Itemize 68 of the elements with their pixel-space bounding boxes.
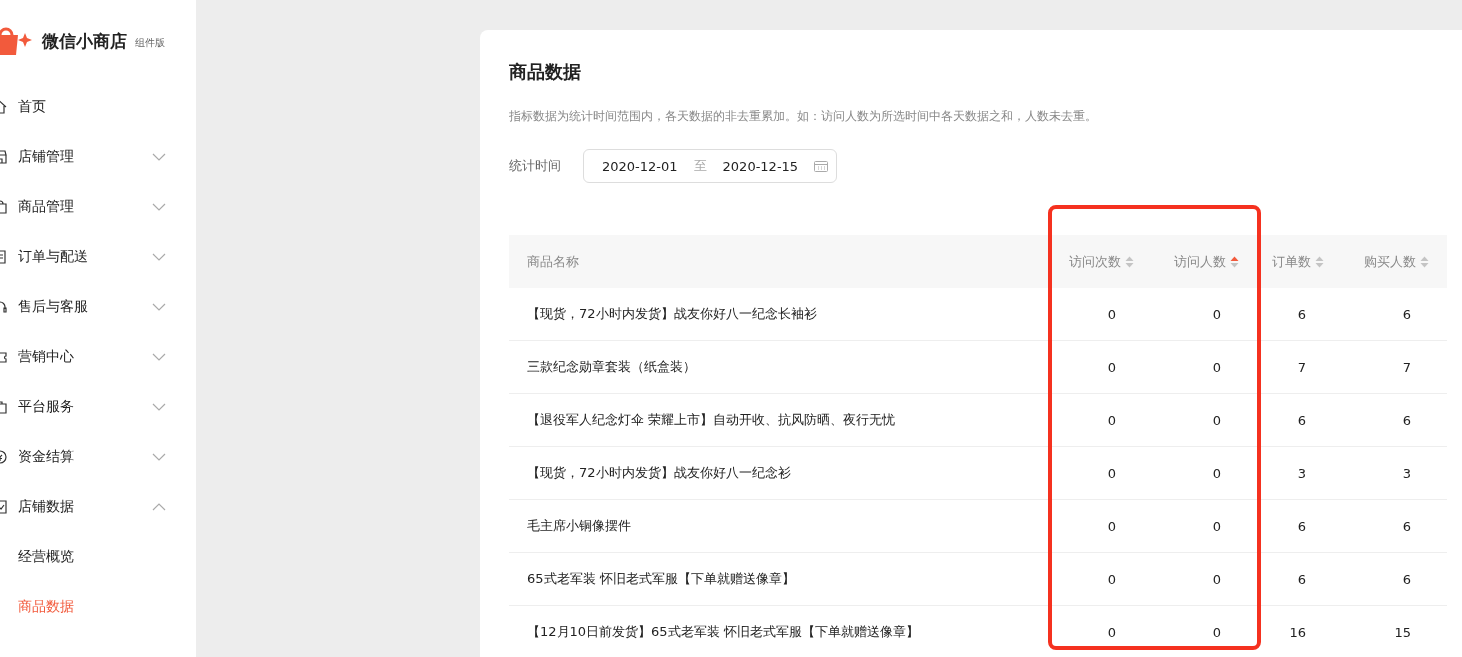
sort-icon[interactable] [1420,255,1429,268]
sort-icon[interactable] [1230,255,1239,268]
table-cell: 0 [1052,499,1152,553]
logo-icon [0,25,32,57]
table-cell: 【退役军人纪念灯伞 荣耀上市】自动开收、抗风防晒、夜行无忧 [509,393,1052,447]
table-cell: 6 [1257,393,1342,447]
column-header[interactable]: 购买人数 [1342,235,1447,288]
menu-item[interactable]: 订单与配送 [0,232,196,282]
table-cell: 6 [1342,288,1447,341]
table-cell: 6 [1257,552,1342,606]
table-cell: 0 [1152,552,1257,606]
column-header[interactable]: 访问人数 [1152,235,1257,288]
table-cell: 0 [1052,552,1152,606]
menu-item[interactable]: 营销中心 [0,332,196,382]
table-cell: 6 [1342,393,1447,447]
filter-label: 统计时间 [509,157,561,175]
table-cell: 7 [1257,340,1342,394]
table-cell: 【12月10日前发货】65式老军装 怀旧老式军服【下单就赠送像章】 [509,605,1052,657]
table-cell: 0 [1052,288,1152,341]
table-cell: 6 [1257,499,1342,553]
menu-item[interactable]: 店铺数据 [0,482,196,532]
menu-item[interactable]: 店铺管理 [0,132,196,182]
brand-name: 微信小商店 [42,29,127,53]
table-cell: 0 [1152,446,1257,500]
table-cell: 0 [1052,393,1152,447]
column-header[interactable]: 访问次数 [1052,235,1152,288]
calendar-icon [814,160,829,172]
chevron-icon [152,303,166,311]
menu-item[interactable]: 资金结算 [0,432,196,482]
submenu-item[interactable]: 经营概览 [0,532,196,582]
table-cell: 7 [1342,340,1447,394]
page-title: 商品数据 [509,60,582,84]
sort-icon[interactable] [1125,255,1134,268]
edition-label: 组件版 [135,36,165,50]
table-cell: 0 [1052,340,1152,394]
chevron-icon [152,253,166,261]
table-cell: 3 [1257,446,1342,500]
menu-item[interactable]: 商品管理 [0,182,196,232]
table-cell: 6 [1257,288,1342,341]
table-cell: 0 [1152,340,1257,394]
table-cell: 0 [1052,605,1152,657]
menu-item[interactable]: 首页 [0,82,196,132]
table-cell: 3 [1342,446,1447,500]
table-cell: 0 [1152,499,1257,553]
chevron-icon [152,203,166,211]
table-cell: 【现货，72小时内发货】战友你好八一纪念长袖衫 [509,288,1052,341]
chevron-icon [152,153,166,161]
table-cell: 65式老军装 怀旧老式军服【下单就赠送像章】 [509,552,1052,606]
chevron-icon [152,503,166,511]
table-cell: 0 [1052,446,1152,500]
table-cell: 【现货，72小时内发货】战友你好八一纪念衫 [509,446,1052,500]
chevron-icon [152,353,166,361]
table-cell: 16 [1257,605,1342,657]
table-cell: 6 [1342,499,1447,553]
menu-item[interactable]: 售后与客服 [0,282,196,332]
table-cell: 6 [1342,552,1447,606]
chevron-icon [152,403,166,411]
table-cell: 0 [1152,288,1257,341]
table-cell: 三款纪念勋章套装（纸盒装） [509,340,1052,394]
sort-icon[interactable] [1315,255,1324,268]
menu-item[interactable]: 平台服务 [0,382,196,432]
note-text: 指标数据为统计时间范围内，各天数据的非去重累加。如：访问人数为所选时间中各天数据之和，人数未去重。 [509,108,1098,125]
chevron-icon [152,453,166,461]
date-range-field[interactable]: 2020-12-01 至 2020-12-15 [583,149,838,183]
table-cell: 毛主席小铜像摆件 [509,499,1052,553]
table-cell: 0 [1152,605,1257,657]
table-cell: 15 [1342,605,1447,657]
table-cell: 0 [1152,393,1257,447]
